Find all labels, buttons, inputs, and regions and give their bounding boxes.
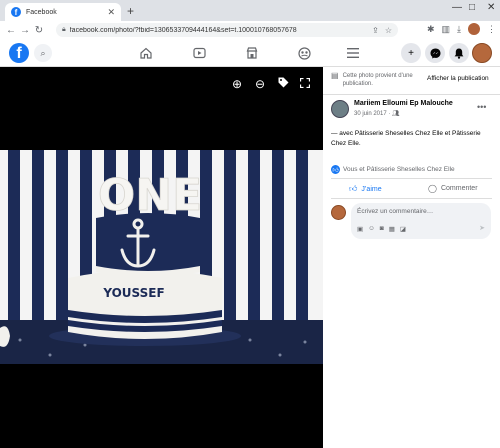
globe-icon: ▤ [331,71,339,80]
thumbs-up-icon: 👍︎ [349,184,358,193]
new-tab-button[interactable]: + [127,4,134,18]
cake-photo: ONE YOUSSEF [0,150,323,430]
groups-icon[interactable] [296,45,312,61]
more-options-icon[interactable]: ••• [477,102,486,112]
profile-avatar-icon[interactable] [468,23,480,35]
commenter-avatar [331,205,346,220]
cake-name-text: YOUSSEF [102,286,164,300]
menu-hamburger-icon[interactable] [345,45,361,61]
author-avatar[interactable] [331,100,349,118]
send-icon[interactable]: ➤ [479,224,485,232]
view-post-link[interactable]: Afficher la publication [427,75,489,82]
audience-friends-icon: 👥︎ [392,111,400,117]
reload-icon[interactable]: ↻ [32,25,46,36]
side-panel-icon[interactable]: ▥ [442,24,451,35]
menu-kebab-icon[interactable]: ⋮ [487,24,496,35]
source-notice: ▤ Cette photo provient d'une publication… [331,72,427,88]
watch-video-icon[interactable] [191,45,207,61]
fullscreen-icon[interactable] [299,77,311,91]
comment-input[interactable]: Écrivez un commentaire… ▣ ☺ ◙ ▦ ◪ ➤ [351,203,491,239]
like-button[interactable]: 👍︎ J’aime [349,184,382,194]
divider [323,94,500,95]
divider [331,178,492,179]
source-notice-text: Cette photo provient d'une publication. [342,73,413,87]
home-icon[interactable] [138,45,154,61]
browser-window: f Facebook ✕ + — □ ✕ ← → ↻ 🔒︎ facebook.c… [0,0,500,448]
emoji-icon[interactable]: ☺ [368,225,375,233]
cake-topper-text: ONE [98,170,202,221]
facebook-favicon-icon: f [11,7,21,17]
camera-icon[interactable]: ◙ [380,225,384,233]
like-label: J’aime [361,185,382,193]
bookmark-star-icon[interactable]: ☆ [385,26,392,35]
zoom-out-icon[interactable]: ⊖ [255,77,265,91]
comment-bubble-icon: ◯ [428,184,437,193]
browser-tab-facebook[interactable]: f Facebook ✕ [5,3,121,21]
notifications-bell-icon[interactable] [449,43,469,63]
account-avatar[interactable] [472,43,492,63]
like-reaction-icon: 👍︎ [331,165,340,174]
tab-title: Facebook [26,8,57,16]
url-text: facebook.com/photo/?fbid=130653370944416… [69,26,297,34]
comment-placeholder: Écrivez un commentaire… [357,208,434,215]
reactions-text: Vous et Pâtisserie Sheselles Chez Elle [343,166,455,173]
post-side-panel: ▤ Cette photo provient d'une publication… [323,67,500,448]
maximize-button[interactable]: □ [469,2,475,13]
reactions-summary[interactable]: 👍︎ Vous et Pâtisserie Sheselles Chez Ell… [331,165,455,174]
back-icon[interactable]: ← [4,25,18,36]
address-bar[interactable]: 🔒︎ facebook.com/photo/?fbid=130653370944… [56,23,398,37]
facebook-logo-icon[interactable]: f [9,43,29,63]
tab-strip: f Facebook ✕ + — □ ✕ [0,0,500,21]
comment-button[interactable]: ◯ Commenter [428,184,478,193]
gif-icon[interactable]: ▦ [389,225,395,233]
lock-icon: 🔒︎ [62,26,66,33]
facebook-header: f ⌕ + [0,39,500,67]
tab-close-icon[interactable]: ✕ [107,7,115,18]
marketplace-icon[interactable] [244,45,260,61]
post-caption: — avec Pâtisserie Sheselles Chez Elle et… [331,130,481,147]
author-name[interactable]: Mariiem Elloumi Ep Malouche [354,100,453,107]
search-icon[interactable]: ⌕ [34,44,52,62]
browser-toolbar: ← → ↻ 🔒︎ facebook.com/photo/?fbid=130653… [0,21,500,39]
tag-icon[interactable] [278,77,289,91]
zoom-in-icon[interactable]: ⊕ [232,77,242,91]
create-plus-button[interactable]: + [401,43,421,63]
avatar-sticker-icon[interactable]: ▣ [357,225,363,233]
download-icon[interactable]: ⤓ [457,24,461,35]
post-actions: 👍︎ J’aime ◯ Commenter [323,180,500,198]
minimize-button[interactable]: — [452,2,462,13]
divider [331,198,492,199]
sticker-icon[interactable]: ◪ [400,225,406,233]
messenger-icon[interactable] [425,43,445,63]
photo-viewer: ⊕ ⊖ ONE YOUSSEF [0,67,323,448]
close-window-button[interactable]: ✕ [487,2,495,13]
extensions-icon[interactable]: ✱ [427,24,435,35]
post-date: 30 juin 2017 · 👥︎ [354,111,400,117]
share-icon[interactable]: ⇪ [372,26,379,35]
comment-label: Commenter [440,185,478,192]
forward-icon[interactable]: → [18,25,32,36]
